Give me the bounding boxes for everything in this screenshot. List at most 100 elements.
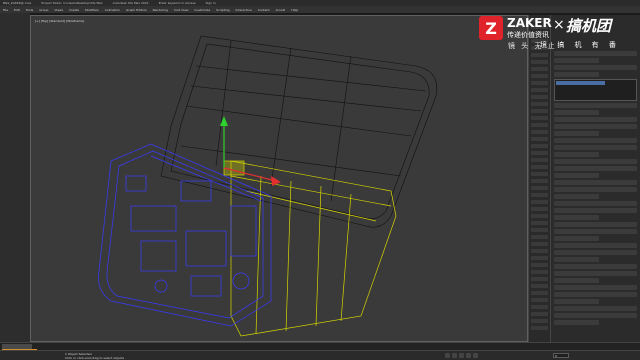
panel-row[interactable] — [531, 158, 548, 162]
menu-help[interactable]: Help — [291, 8, 298, 12]
command-panel[interactable] — [550, 15, 640, 342]
go-start-icon[interactable] — [445, 353, 450, 358]
menu-edit[interactable]: Edit — [14, 8, 20, 12]
panel-row[interactable] — [531, 291, 548, 295]
menu-tools[interactable]: Tools — [26, 8, 33, 12]
panel-row[interactable] — [554, 51, 637, 56]
panel-row[interactable] — [554, 271, 637, 276]
menu-civil-view[interactable]: Civil View — [174, 8, 188, 12]
transform-gizmo[interactable] — [220, 116, 281, 186]
panel-row[interactable] — [554, 65, 637, 70]
sign-in-button[interactable]: Sign In — [206, 1, 216, 5]
panel-row[interactable] — [554, 208, 637, 213]
menu-create[interactable]: Create — [69, 8, 79, 12]
panel-row[interactable] — [554, 159, 637, 164]
panel-row[interactable] — [531, 130, 548, 134]
panel-row[interactable] — [554, 243, 637, 248]
menu-graph-editors[interactable]: Graph Editors — [126, 8, 147, 12]
panel-row[interactable] — [531, 221, 548, 225]
menu-modifiers[interactable]: Modifiers — [85, 8, 99, 12]
viewport-top[interactable]: [+] [Top] [Standard] [Wireframe] — [30, 15, 528, 342]
panel-row[interactable] — [554, 180, 637, 185]
menu-arnold[interactable]: Arnold — [276, 8, 286, 12]
panel-row[interactable] — [554, 215, 599, 220]
panel-row[interactable] — [531, 151, 548, 155]
panel-row[interactable] — [531, 123, 548, 127]
panel-row[interactable] — [531, 284, 548, 288]
menu-animation[interactable]: Animation — [105, 8, 120, 12]
panel-row[interactable] — [531, 298, 548, 302]
panel-row[interactable] — [531, 95, 548, 99]
modifier-stack-list[interactable] — [554, 79, 637, 101]
menu-content[interactable]: Content — [258, 8, 270, 12]
play-icon[interactable] — [459, 353, 464, 358]
panel-row[interactable] — [554, 320, 599, 325]
panel-row[interactable] — [531, 102, 548, 106]
panel-row[interactable] — [531, 109, 548, 113]
selected-item[interactable] — [556, 81, 605, 85]
panel-row[interactable] — [531, 242, 548, 246]
panel-row[interactable] — [554, 152, 599, 157]
panel-row[interactable] — [554, 110, 599, 115]
timeline[interactable] — [0, 342, 640, 350]
panel-row[interactable] — [531, 228, 548, 232]
panel-row[interactable] — [554, 145, 637, 150]
panel-row[interactable] — [554, 58, 599, 63]
panel-row[interactable] — [531, 81, 548, 85]
panel-row[interactable] — [531, 60, 548, 64]
menu-scripting[interactable]: Scripting — [216, 8, 229, 12]
panel-row[interactable] — [554, 299, 599, 304]
scene-explorer-panel[interactable] — [0, 13, 30, 343]
frame-field[interactable]: 0 — [553, 353, 569, 358]
panel-row[interactable] — [531, 277, 548, 281]
panel-row[interactable] — [531, 144, 548, 148]
panel-row[interactable] — [531, 200, 548, 204]
panel-row[interactable] — [531, 116, 548, 120]
panel-row[interactable] — [554, 72, 599, 77]
panel-row[interactable] — [531, 137, 548, 141]
menu-rendering[interactable]: Rendering — [153, 8, 168, 12]
next-frame-icon[interactable] — [466, 353, 471, 358]
panel-row[interactable] — [531, 88, 548, 92]
panel-row[interactable] — [554, 103, 637, 108]
panel-row[interactable] — [531, 74, 548, 78]
panel-row[interactable] — [554, 187, 637, 192]
panel-row[interactable] — [531, 179, 548, 183]
panel-row[interactable] — [554, 131, 599, 136]
panel-row[interactable] — [531, 207, 548, 211]
panel-row[interactable] — [531, 249, 548, 253]
panel-row[interactable] — [554, 166, 637, 171]
panel-row[interactable] — [554, 236, 599, 241]
panel-row[interactable] — [554, 194, 599, 199]
panel-row[interactable] — [531, 67, 548, 71]
panel-row[interactable] — [554, 306, 637, 311]
panel-row[interactable] — [531, 193, 548, 197]
prev-frame-icon[interactable] — [452, 353, 457, 358]
menu-customize[interactable]: Customize — [194, 8, 210, 12]
panel-row[interactable] — [531, 235, 548, 239]
panel-row[interactable] — [554, 222, 637, 227]
panel-row[interactable] — [531, 326, 548, 330]
panel-row[interactable] — [554, 201, 637, 206]
panel-row[interactable] — [531, 53, 548, 57]
panel-row[interactable] — [554, 278, 599, 283]
panel-row[interactable] — [531, 270, 548, 274]
menu-group[interactable]: Group — [39, 8, 48, 12]
modifier-list-panel[interactable] — [528, 15, 550, 342]
panel-row[interactable] — [554, 229, 637, 234]
panel-row[interactable] — [554, 138, 637, 143]
panel-row[interactable] — [531, 305, 548, 309]
panel-row[interactable] — [531, 214, 548, 218]
search-field[interactable]: Enter keyword or phrase — [159, 1, 196, 5]
panel-row[interactable] — [554, 250, 637, 255]
panel-row[interactable] — [531, 319, 548, 323]
panel-row[interactable] — [554, 285, 637, 290]
panel-row[interactable] — [554, 257, 599, 262]
panel-row[interactable] — [531, 172, 548, 176]
panel-row[interactable] — [554, 173, 599, 178]
panel-row[interactable] — [531, 312, 548, 316]
menu-file[interactable]: File — [3, 8, 8, 12]
panel-row[interactable] — [531, 256, 548, 260]
menu-views[interactable]: Views — [54, 8, 63, 12]
menu-interactive[interactable]: Interactive — [236, 8, 252, 12]
